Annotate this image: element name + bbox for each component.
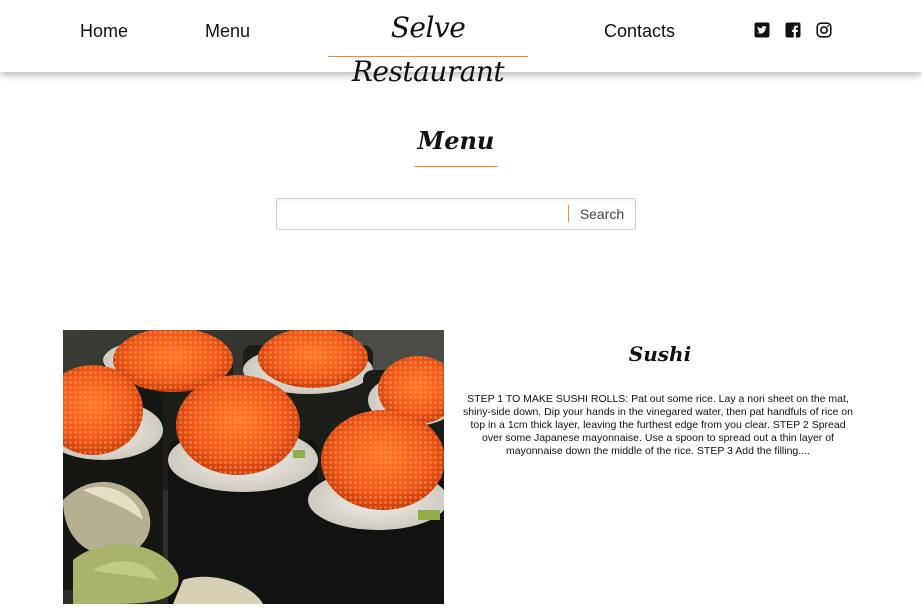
twitter-icon[interactable] — [754, 22, 770, 38]
site-header: Home Menu Selve Restaurant Contacts — [0, 0, 922, 88]
page-title: Menu — [414, 124, 498, 167]
dish-description: STEP 1 TO MAKE SUSHI ROLLS: Pat out some… — [463, 393, 853, 457]
dish-title: Sushi — [628, 342, 692, 366]
nav-contacts-link[interactable]: Contacts — [604, 21, 675, 42]
nav-menu-link[interactable]: Menu — [205, 21, 250, 42]
brand-name: Selve Restaurant — [351, 11, 505, 88]
nav-home-link[interactable]: Home — [80, 21, 128, 42]
search-button[interactable]: Search — [570, 200, 634, 228]
search-input[interactable] — [278, 200, 566, 228]
search-bar: Search — [276, 198, 636, 230]
brand-logo-link[interactable]: Selve Restaurant — [328, 6, 528, 88]
dish-image — [63, 330, 444, 604]
facebook-icon[interactable] — [785, 22, 801, 38]
instagram-icon[interactable] — [816, 22, 832, 38]
search-divider — [568, 205, 569, 222]
